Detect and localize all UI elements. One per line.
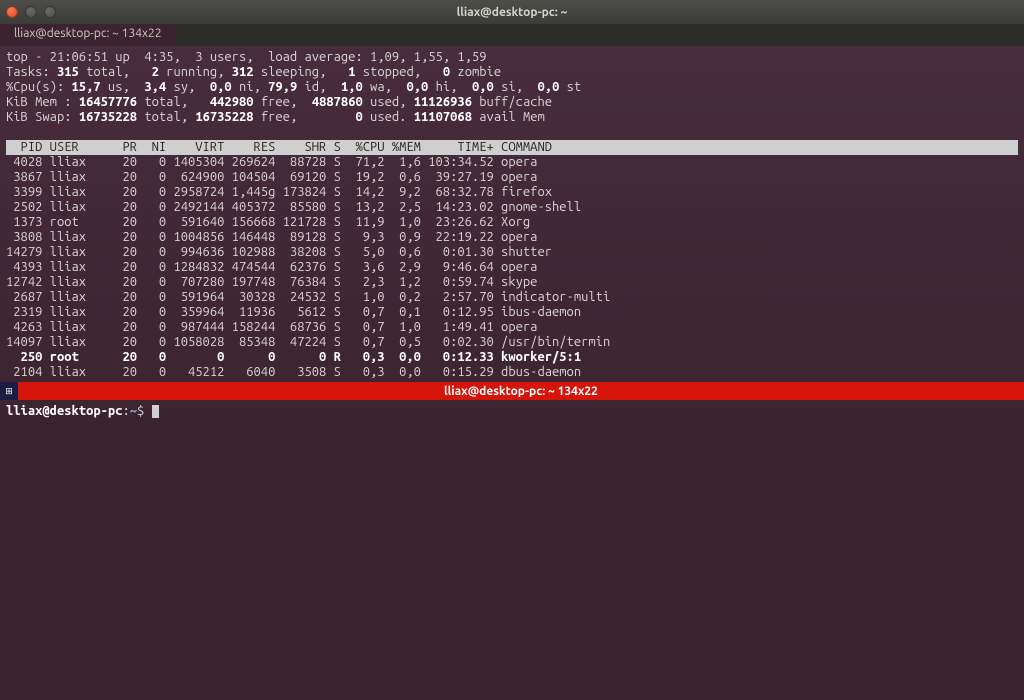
process-row: 2319 lliax 20 0 359964 11936 5612 S 0,7 … <box>6 305 1018 320</box>
process-row: 14097 lliax 20 0 1058028 85348 47224 S 0… <box>6 335 1018 350</box>
tab-terminal[interactable]: lliax@desktop-pc: ~ 134x22 <box>0 24 176 46</box>
process-row: 3808 lliax 20 0 1004856 146448 89128 S 9… <box>6 230 1018 245</box>
process-row: 4028 lliax 20 0 1405304 269624 88728 S 7… <box>6 155 1018 170</box>
split-title: lliax@desktop-pc: ~ 134x22 <box>18 385 1024 398</box>
process-row: 2502 lliax 20 0 2492144 405372 85580 S 1… <box>6 200 1018 215</box>
terminator-icon: ⊞ <box>0 382 18 400</box>
cursor-icon <box>152 405 159 418</box>
process-row: 3867 lliax 20 0 624900 104504 69120 S 19… <box>6 170 1018 185</box>
shell-pane[interactable]: lliax@desktop-pc:~$ <box>0 400 1024 423</box>
window-titlebar[interactable]: lliax@desktop-pc: ~ <box>0 0 1024 24</box>
process-row: 1373 root 20 0 591640 156668 121728 S 11… <box>6 215 1018 230</box>
minimize-icon[interactable] <box>25 6 37 18</box>
top-header-row: PID USER PR NI VIRT RES SHR S %CPU %MEM … <box>6 140 1018 155</box>
window-title: lliax@desktop-pc: ~ <box>0 6 1024 19</box>
window-controls <box>6 6 56 18</box>
process-row: 12742 lliax 20 0 707280 197748 76384 S 2… <box>6 275 1018 290</box>
prompt-sep: : <box>122 404 129 418</box>
close-icon[interactable] <box>6 6 18 18</box>
process-row: 3399 lliax 20 0 2958724 1,445g 173824 S … <box>6 185 1018 200</box>
maximize-icon[interactable] <box>44 6 56 18</box>
prompt-path: ~ <box>130 404 137 418</box>
split-divider[interactable]: ⊞ lliax@desktop-pc: ~ 134x22 <box>0 382 1024 400</box>
prompt-suffix: $ <box>137 404 152 418</box>
top-output-pane[interactable]: top - 21:06:51 up 4:35, 3 users, load av… <box>0 46 1024 382</box>
tab-bar: lliax@desktop-pc: ~ 134x22 <box>0 24 1024 46</box>
process-row: 250 root 20 0 0 0 0 R 0,3 0,0 0:12.33 kw… <box>6 350 1018 365</box>
prompt-user-host: lliax@desktop-pc <box>6 404 122 418</box>
process-row: 14279 lliax 20 0 994636 102988 38208 S 5… <box>6 245 1018 260</box>
process-row: 2687 lliax 20 0 591964 30328 24532 S 1,0… <box>6 290 1018 305</box>
process-row: 2104 lliax 20 0 45212 6040 3508 S 0,3 0,… <box>6 365 1018 380</box>
process-row: 4393 lliax 20 0 1284832 474544 62376 S 3… <box>6 260 1018 275</box>
process-row: 4263 lliax 20 0 987444 158244 68736 S 0,… <box>6 320 1018 335</box>
terminal-window: lliax@desktop-pc: ~ lliax@desktop-pc: ~ … <box>0 0 1024 700</box>
